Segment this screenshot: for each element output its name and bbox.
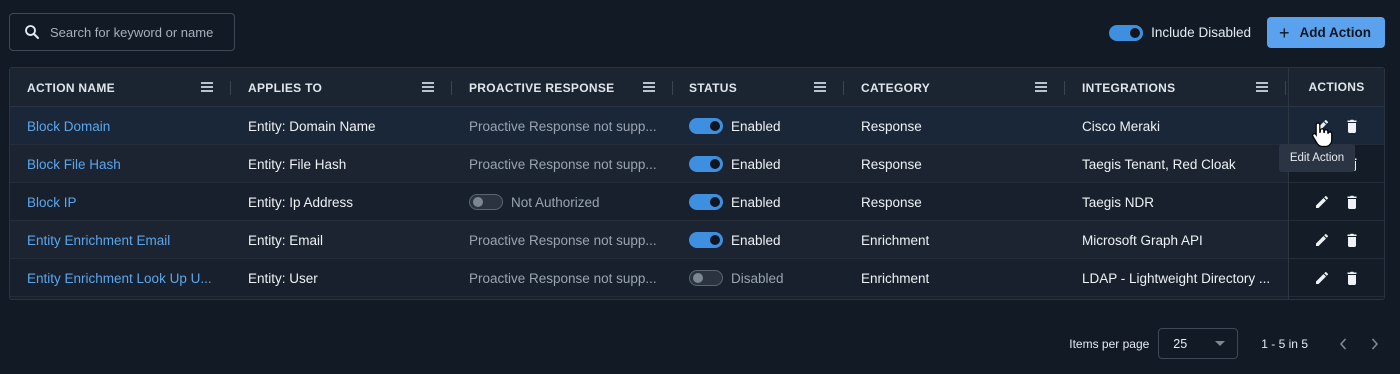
delete-icon[interactable] — [1345, 195, 1359, 209]
table-row: Entity Enrichment Look Up U... Entity: U… — [10, 259, 1384, 297]
applies-to-cell: Entity: Domain Name — [248, 118, 376, 134]
proactive-response-cell: Proactive Response not supp... — [469, 270, 657, 286]
action-name-link[interactable]: Block IP — [27, 183, 77, 221]
column-label: INTEGRATIONS — [1082, 80, 1176, 95]
hand-cursor-icon — [1312, 122, 1333, 147]
applies-to-cell: Entity: Ip Address — [248, 194, 354, 210]
page-size-value: 25 — [1173, 336, 1188, 351]
delete-icon[interactable] — [1345, 119, 1359, 133]
category-cell: Enrichment — [861, 270, 930, 286]
add-action-label: Add Action — [1299, 25, 1372, 40]
column-label: ACTION NAME — [27, 80, 115, 95]
delete-icon[interactable] — [1345, 271, 1359, 285]
integrations-cell: Cisco Meraki — [1082, 118, 1161, 134]
table-row: Block IP Entity: Ip Address Not Authoriz… — [10, 183, 1384, 221]
action-name-link[interactable]: Entity Enrichment Look Up U... — [27, 259, 212, 297]
edit-icon[interactable] — [1315, 233, 1329, 247]
status-toggle[interactable] — [689, 194, 723, 210]
page-range: 1 - 5 in 5 — [1261, 336, 1308, 351]
proactive-response-cell: Proactive Response not supp... — [469, 232, 657, 248]
proactive-response-label: Not Authorized — [511, 194, 600, 210]
table-row: Block Domain Entity: Domain Name Proacti… — [10, 107, 1384, 145]
column-header-applies-to[interactable]: APPLIES TO — [248, 68, 434, 107]
category-cell: Response — [861, 156, 922, 172]
status-cell: Enabled — [689, 107, 781, 145]
include-disabled-label: Include Disabled — [1151, 25, 1251, 40]
chevron-down-icon — [1215, 341, 1226, 346]
edit-icon[interactable] — [1315, 271, 1329, 285]
table-header: ACTION NAME APPLIES TO PROACTIVE RESPONS… — [10, 68, 1384, 107]
category-cell: Response — [861, 118, 922, 134]
column-menu-icon[interactable] — [814, 82, 826, 92]
status-toggle[interactable] — [689, 118, 723, 134]
status-toggle[interactable] — [689, 270, 723, 286]
applies-to-cell: Entity: User — [248, 270, 318, 286]
status-label: Enabled — [731, 194, 781, 210]
row-actions — [1289, 183, 1384, 221]
proactive-response-toggle[interactable] — [469, 194, 503, 210]
status-cell: Disabled — [689, 259, 784, 297]
actions-column: ACTIONS — [1288, 68, 1384, 299]
search-input[interactable] — [50, 24, 230, 40]
status-cell: Enabled — [689, 183, 781, 221]
search-input-container[interactable] — [9, 13, 235, 51]
chevron-right-icon[interactable] — [1370, 337, 1380, 351]
column-header-proactive-response[interactable]: PROACTIVE RESPONSE — [469, 68, 655, 107]
column-header-category[interactable]: CATEGORY — [861, 68, 1047, 107]
status-cell: Enabled — [689, 221, 781, 259]
column-menu-icon[interactable] — [1035, 82, 1047, 92]
action-name-link[interactable]: Block File Hash — [27, 145, 121, 183]
chevron-left-icon[interactable] — [1338, 337, 1348, 351]
delete-icon[interactable] — [1345, 233, 1359, 247]
column-menu-icon[interactable] — [1256, 82, 1268, 92]
add-action-button[interactable]: + Add Action — [1266, 17, 1385, 48]
status-label: Enabled — [731, 156, 781, 172]
integrations-cell: Microsoft Graph API — [1082, 232, 1203, 248]
column-menu-icon[interactable] — [422, 82, 434, 92]
table-row: Block File Hash Entity: File Hash Proact… — [10, 145, 1384, 183]
proactive-response-cell: Not Authorized — [469, 183, 600, 221]
row-actions — [1289, 107, 1384, 145]
edit-icon[interactable] — [1315, 195, 1329, 209]
page-size-select[interactable]: 25 — [1158, 328, 1239, 359]
status-label: Enabled — [731, 232, 781, 248]
row-actions — [1289, 221, 1384, 259]
status-cell: Enabled — [689, 145, 781, 183]
actions-table: ACTION NAME APPLIES TO PROACTIVE RESPONS… — [9, 67, 1385, 300]
include-disabled-toggle[interactable] — [1109, 24, 1144, 41]
column-header-status[interactable]: STATUS — [689, 68, 826, 107]
action-name-link[interactable]: Block Domain — [27, 107, 110, 145]
column-label: CATEGORY — [861, 80, 931, 95]
table-row: Entity Enrichment Email Entity: Email Pr… — [10, 221, 1384, 259]
toolbar-right: Include Disabled + Add Action — [1109, 17, 1385, 48]
action-name-link[interactable]: Entity Enrichment Email — [27, 221, 170, 259]
category-cell: Enrichment — [861, 232, 930, 248]
column-header-actions: ACTIONS — [1289, 68, 1384, 107]
proactive-response-cell: Proactive Response not supp... — [469, 118, 657, 134]
edit-action-tooltip: Edit Action — [1279, 144, 1355, 172]
column-label: APPLIES TO — [248, 80, 323, 95]
status-toggle[interactable] — [689, 156, 723, 172]
pagination: Items per page 25 1 - 5 in 5 — [1069, 328, 1380, 359]
integrations-cell: Taegis Tenant, Red Cloak — [1082, 156, 1236, 172]
column-header-integrations[interactable]: INTEGRATIONS — [1082, 68, 1268, 107]
items-per-page-label: Items per page — [1069, 336, 1150, 351]
row-actions — [1289, 259, 1384, 297]
column-header-action-name[interactable]: ACTION NAME — [27, 68, 213, 107]
status-label: Disabled — [731, 270, 784, 286]
column-label: STATUS — [689, 80, 738, 95]
plus-icon: + — [1278, 22, 1290, 43]
integrations-cell: Taegis NDR — [1082, 194, 1155, 210]
category-cell: Response — [861, 194, 922, 210]
column-label: PROACTIVE RESPONSE — [469, 80, 615, 95]
column-menu-icon[interactable] — [201, 82, 213, 92]
column-menu-icon[interactable] — [643, 82, 655, 92]
integrations-cell: LDAP - Lightweight Directory ... — [1082, 270, 1271, 286]
applies-to-cell: Entity: Email — [248, 232, 324, 248]
status-label: Enabled — [731, 118, 781, 134]
proactive-response-cell: Proactive Response not supp... — [469, 156, 657, 172]
applies-to-cell: Entity: File Hash — [248, 156, 347, 172]
search-icon — [25, 25, 39, 39]
status-toggle[interactable] — [689, 232, 723, 248]
